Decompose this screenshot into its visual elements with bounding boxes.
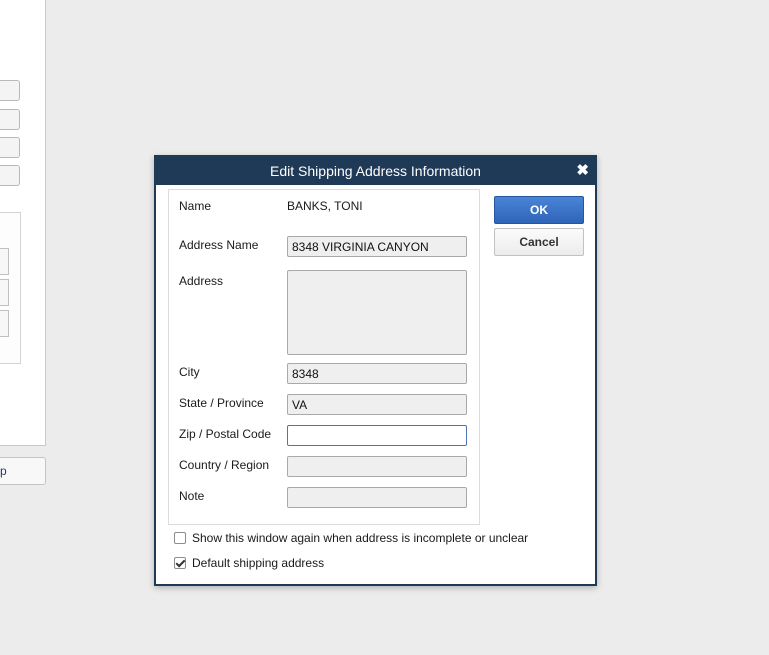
address-form: Name BANKS, TONI Address Name Address Ci… bbox=[168, 189, 480, 525]
background-field[interactable] bbox=[0, 137, 20, 158]
note-label: Note bbox=[179, 489, 205, 503]
note-field[interactable] bbox=[287, 487, 467, 508]
background-field[interactable] bbox=[0, 165, 20, 186]
background-button[interactable] bbox=[0, 310, 9, 337]
country-label: Country / Region bbox=[179, 458, 270, 472]
background-field[interactable] bbox=[0, 109, 20, 130]
name-value: BANKS, TONI bbox=[287, 199, 363, 213]
background-bottom-button[interactable]: p bbox=[0, 457, 46, 485]
state-label: State / Province bbox=[179, 396, 264, 410]
background-window bbox=[0, 0, 46, 446]
background-bottom-button-label: p bbox=[0, 464, 7, 478]
close-icon[interactable]: ✖ bbox=[576, 157, 589, 185]
city-label: City bbox=[179, 365, 200, 379]
default-shipping-label: Default shipping address bbox=[192, 556, 325, 570]
name-label: Name bbox=[179, 199, 212, 213]
show-again-label: Show this window again when address is i… bbox=[192, 531, 529, 545]
address-label: Address bbox=[179, 274, 224, 288]
address-name-label: Address Name bbox=[179, 238, 259, 252]
state-field[interactable] bbox=[287, 394, 467, 415]
address-field[interactable] bbox=[287, 270, 467, 355]
ok-button[interactable]: OK bbox=[494, 196, 584, 224]
default-shipping-checkbox[interactable] bbox=[174, 557, 186, 569]
edit-shipping-address-dialog: Edit Shipping Address Information ✖ Name… bbox=[154, 155, 597, 586]
background-field[interactable] bbox=[0, 80, 20, 101]
cancel-button[interactable]: Cancel bbox=[494, 228, 584, 256]
city-field[interactable] bbox=[287, 363, 467, 384]
background-button[interactable] bbox=[0, 248, 9, 275]
country-field[interactable] bbox=[287, 456, 467, 477]
dialog-titlebar[interactable]: Edit Shipping Address Information ✖ bbox=[156, 157, 595, 185]
default-shipping-option[interactable]: Default shipping address bbox=[174, 556, 324, 570]
background-group-box bbox=[0, 212, 21, 364]
zip-label: Zip / Postal Code bbox=[179, 427, 272, 441]
show-again-checkbox[interactable] bbox=[174, 532, 186, 544]
address-name-field[interactable] bbox=[287, 236, 467, 257]
show-again-option[interactable]: Show this window again when address is i… bbox=[174, 531, 528, 545]
dialog-title: Edit Shipping Address Information bbox=[270, 163, 481, 179]
zip-field[interactable] bbox=[287, 425, 467, 446]
background-button[interactable] bbox=[0, 279, 9, 306]
